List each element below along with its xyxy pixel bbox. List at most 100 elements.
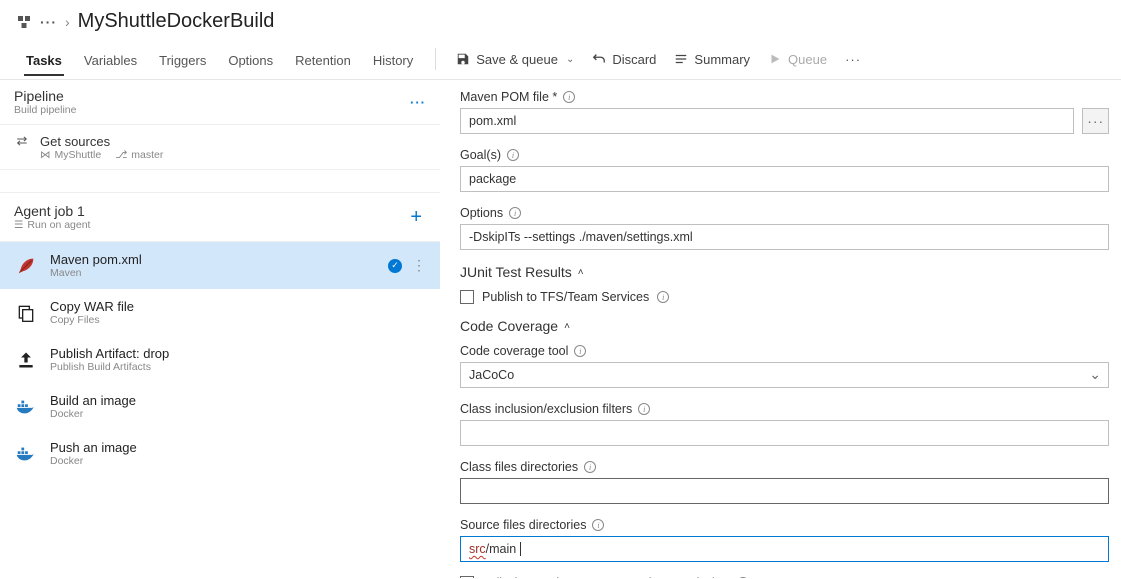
info-icon[interactable]: i (574, 345, 586, 357)
save-and-queue-button[interactable]: Save & queue ⌄ (448, 48, 582, 71)
task-maven[interactable]: Maven pom.xml Maven ✓ ⋮ (0, 242, 440, 289)
coverage-tool-label: Code coverage tool (460, 344, 568, 358)
chevron-down-icon: ⌄ (566, 54, 574, 65)
tab-history[interactable]: History (363, 43, 423, 76)
info-icon[interactable]: i (507, 149, 519, 161)
breadcrumb-more-icon[interactable]: ··· (40, 14, 57, 30)
summary-button[interactable]: Summary (666, 48, 758, 71)
queue-label: Queue (788, 52, 827, 67)
tabs-bar: Tasks Variables Triggers Options Retenti… (0, 39, 1121, 79)
repo-chip: ⋈MyShuttle (40, 149, 101, 161)
field-source-dirs: Source files directories i src/main (460, 518, 1109, 562)
info-icon[interactable]: i (638, 403, 650, 415)
coverage-section-header[interactable]: Code Coverage˄ (460, 318, 1109, 334)
class-dirs-input[interactable] (460, 478, 1109, 504)
coverage-tool-select[interactable]: JaCoCo (460, 362, 1109, 388)
browse-button[interactable]: ··· (1082, 108, 1109, 134)
tab-retention[interactable]: Retention (285, 43, 361, 76)
text-cursor (516, 542, 520, 556)
pom-file-input[interactable] (460, 108, 1074, 134)
task-enabled-icon: ✓ (388, 259, 402, 273)
pipeline-structure-pane: Pipeline Build pipeline ··· ⇄ Get source… (0, 80, 440, 578)
tab-tasks[interactable]: Tasks (16, 43, 72, 76)
pom-label: Maven POM file * (460, 90, 557, 104)
task-subtitle: Publish Build Artifacts (50, 361, 169, 373)
task-push-image[interactable]: Push an image Docker (0, 430, 440, 477)
copy-icon (14, 301, 38, 325)
task-publish-artifact[interactable]: Publish Artifact: drop Publish Build Art… (0, 336, 440, 383)
agent-list-icon: ☰ (14, 219, 23, 231)
info-icon[interactable]: i (657, 291, 669, 303)
pipeline-title: Pipeline (14, 88, 76, 104)
source-dirs-label: Source files directories (460, 518, 586, 532)
chevron-up-icon: ˄ (564, 321, 570, 332)
pipeline-root-icon[interactable] (16, 14, 32, 30)
task-subtitle: Copy Files (50, 314, 134, 326)
tab-variables[interactable]: Variables (74, 43, 147, 76)
task-title: Push an image (50, 440, 137, 455)
feather-icon (14, 254, 38, 278)
tab-triggers[interactable]: Triggers (149, 43, 216, 76)
drag-handle-icon[interactable]: ⋮ (412, 257, 426, 274)
field-goals: Goal(s) i (460, 148, 1109, 192)
pipeline-node[interactable]: Pipeline Build pipeline ··· (0, 80, 440, 125)
main-content: Pipeline Build pipeline ··· ⇄ Get source… (0, 79, 1121, 578)
summary-label: Summary (694, 52, 750, 67)
info-icon[interactable]: i (592, 519, 604, 531)
class-filters-input[interactable] (460, 420, 1109, 446)
structure-gap (0, 170, 440, 192)
tabs-divider (435, 48, 436, 70)
goals-input[interactable] (460, 166, 1109, 192)
junit-section-header[interactable]: JUnit Test Results˄ (460, 264, 1109, 280)
fail-missing-label: Fail when code coverage results are miss… (482, 576, 729, 578)
save-and-queue-label: Save & queue (476, 52, 558, 67)
goals-label: Goal(s) (460, 148, 501, 162)
info-icon[interactable]: i (509, 207, 521, 219)
class-dirs-label: Class files directories (460, 460, 578, 474)
docker-icon (14, 442, 38, 466)
chevron-right-icon: › (65, 14, 70, 30)
vsts-icon: ⋈ (40, 149, 51, 161)
queue-button[interactable]: Queue (760, 48, 835, 71)
fail-missing-checkbox[interactable] (460, 576, 474, 578)
field-class-dirs: Class files directories i (460, 460, 1109, 504)
task-title: Publish Artifact: drop (50, 346, 169, 361)
get-sources-label: Get sources (40, 134, 110, 149)
field-coverage-tool: Code coverage tool i JaCoCo (460, 344, 1109, 388)
breadcrumb: ··· › MyShuttleDockerBuild (0, 0, 1121, 39)
branch-icon: ⎇ (115, 149, 127, 161)
task-build-image[interactable]: Build an image Docker (0, 383, 440, 430)
pipeline-menu-button[interactable]: ··· (410, 95, 426, 110)
save-icon (456, 52, 470, 66)
task-title: Maven pom.xml (50, 252, 142, 267)
info-icon[interactable]: i (584, 461, 596, 473)
get-sources-node[interactable]: ⇄ Get sources ⋈MyShuttle ⎇master (0, 125, 440, 170)
task-title: Build an image (50, 393, 136, 408)
source-dirs-input[interactable]: src/main (460, 536, 1109, 562)
task-copy-war[interactable]: Copy WAR file Copy Files (0, 289, 440, 336)
field-options: Options i (460, 206, 1109, 250)
breadcrumb-title: MyShuttleDockerBuild (78, 10, 275, 33)
field-pom-file: Maven POM file * i ··· (460, 90, 1109, 134)
discard-button[interactable]: Discard (584, 48, 664, 71)
tab-options[interactable]: Options (218, 43, 283, 76)
options-input[interactable] (460, 224, 1109, 250)
options-label: Options (460, 206, 503, 220)
sources-icon: ⇄ (14, 133, 30, 149)
task-subtitle: Docker (50, 455, 137, 467)
docker-icon (14, 395, 38, 419)
play-icon (768, 52, 782, 66)
more-actions-button[interactable]: ··· (837, 48, 869, 71)
agent-job-title: Agent job 1 (14, 203, 90, 219)
pipeline-subtitle: Build pipeline (14, 104, 76, 116)
agent-job-subtitle: ☰Run on agent (14, 219, 90, 231)
chevron-up-icon: ˄ (578, 267, 584, 278)
task-subtitle: Docker (50, 408, 136, 420)
add-task-button[interactable]: + (406, 206, 426, 229)
info-icon[interactable]: i (563, 91, 575, 103)
task-details-pane: Maven POM file * i ··· Goal(s) i Options… (440, 80, 1121, 578)
info-icon[interactable]: i (737, 577, 749, 578)
agent-job-node[interactable]: Agent job 1 ☰Run on agent + (0, 192, 440, 242)
publish-tfs-checkbox[interactable] (460, 290, 474, 304)
task-subtitle: Maven (50, 267, 142, 279)
